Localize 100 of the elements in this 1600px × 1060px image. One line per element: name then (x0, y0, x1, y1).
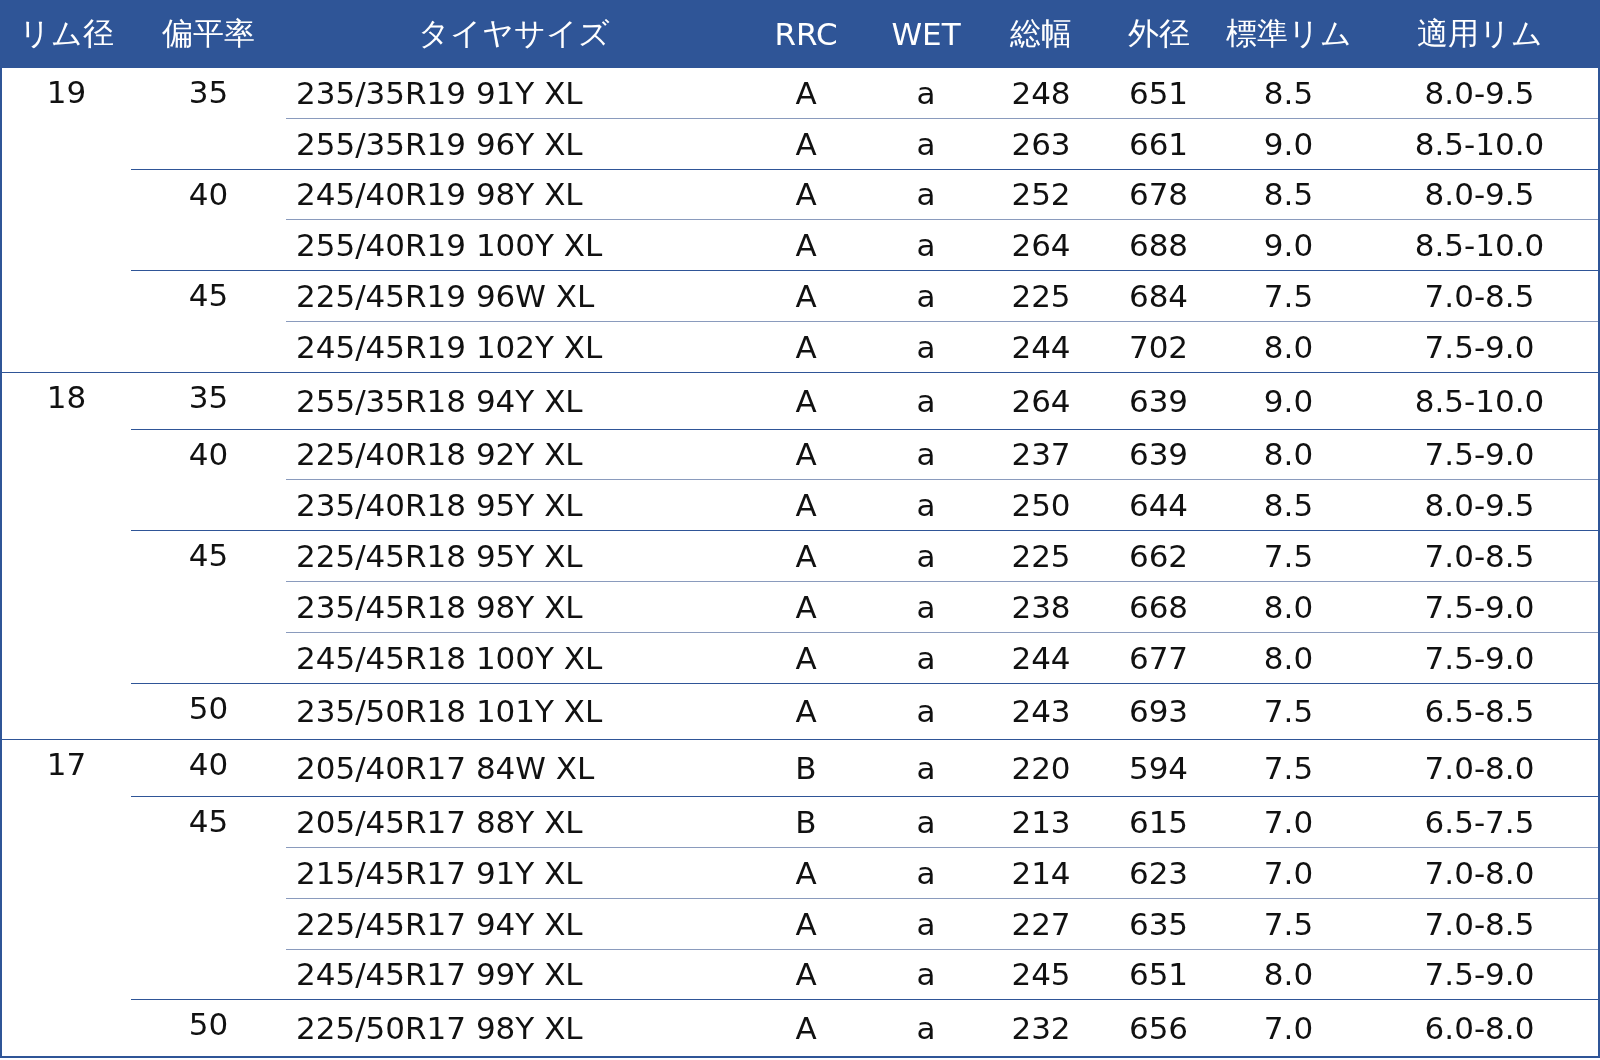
table-cell: a (871, 321, 981, 373)
table-cell: A (741, 847, 871, 899)
table-cell: 661 (1101, 118, 1216, 170)
table-cell: 7.0-8.5 (1361, 898, 1599, 950)
table-cell: a (871, 429, 981, 480)
table-cell: 35 (131, 68, 286, 170)
table-cell: 213 (981, 796, 1101, 848)
table-cell: 235/45R18 98Y XL (286, 581, 741, 633)
table-cell: 245/45R18 100Y XL (286, 632, 741, 684)
table-cell: 19 (1, 68, 131, 373)
table-cell: a (871, 118, 981, 170)
table-cell: a (871, 530, 981, 582)
table-cell: 651 (1101, 949, 1216, 1000)
table-cell: 684 (1101, 270, 1216, 322)
table-cell: 6.5-8.5 (1361, 683, 1599, 740)
table-cell: 6.0-8.0 (1361, 999, 1599, 1058)
column-header: WET (871, 0, 981, 68)
table-cell: 205/40R17 84W XL (286, 739, 741, 797)
table-cell: A (741, 949, 871, 1000)
table-cell: a (871, 898, 981, 950)
table-cell: A (741, 429, 871, 480)
table-cell: 656 (1101, 999, 1216, 1058)
table-cell: 237 (981, 429, 1101, 480)
table-cell: a (871, 581, 981, 633)
column-header: 偏平率 (131, 0, 286, 68)
table-cell: 215/45R17 91Y XL (286, 847, 741, 899)
table-cell: a (871, 683, 981, 740)
column-header: 総幅 (981, 0, 1101, 68)
table-cell: 651 (1101, 68, 1216, 119)
table-cell: 688 (1101, 219, 1216, 271)
table-cell: A (741, 372, 871, 430)
table-cell: a (871, 796, 981, 848)
table-cell: 7.5-9.0 (1361, 581, 1599, 633)
table-cell: 245 (981, 949, 1101, 1000)
table-cell: 8.5 (1216, 68, 1361, 119)
table-cell: 232 (981, 999, 1101, 1058)
column-header: 外径 (1101, 0, 1216, 68)
table-cell: 214 (981, 847, 1101, 899)
table-cell: 635 (1101, 898, 1216, 950)
table-cell: 8.5 (1216, 479, 1361, 531)
table-cell: 252 (981, 169, 1101, 220)
table-cell: 50 (131, 683, 286, 740)
table-cell: 8.5-10.0 (1361, 372, 1599, 430)
table-cell: 8.0 (1216, 632, 1361, 684)
table-cell: 205/45R17 88Y XL (286, 796, 741, 848)
table-cell: 235/50R18 101Y XL (286, 683, 741, 740)
table-cell: 235/35R19 91Y XL (286, 68, 741, 119)
table-cell: a (871, 739, 981, 797)
table-cell: 45 (131, 270, 286, 373)
table-cell: 35 (131, 372, 286, 430)
table-cell: 225 (981, 530, 1101, 582)
table-cell: 7.5 (1216, 270, 1361, 322)
table-cell: 255/35R18 94Y XL (286, 372, 741, 430)
table-cell: 8.5-10.0 (1361, 219, 1599, 271)
table-cell: 8.0 (1216, 321, 1361, 373)
table-cell: 662 (1101, 530, 1216, 582)
table-cell: 45 (131, 530, 286, 684)
table-cell: A (741, 118, 871, 170)
table-cell: 225/50R17 98Y XL (286, 999, 741, 1058)
table-cell: 644 (1101, 479, 1216, 531)
table-cell: 7.0 (1216, 796, 1361, 848)
table-cell: 7.5 (1216, 683, 1361, 740)
table-cell: 615 (1101, 796, 1216, 848)
table-cell: 8.0-9.5 (1361, 68, 1599, 119)
table-cell: 8.0 (1216, 429, 1361, 480)
table-cell: 40 (131, 739, 286, 797)
table-cell: 255/35R19 96Y XL (286, 118, 741, 170)
table-cell: B (741, 739, 871, 797)
table-cell: a (871, 632, 981, 684)
table-cell: 248 (981, 68, 1101, 119)
table-cell: A (741, 999, 871, 1058)
table-cell: A (741, 169, 871, 220)
table-cell: A (741, 683, 871, 740)
table-cell: 9.0 (1216, 372, 1361, 430)
table-cell: 7.5 (1216, 739, 1361, 797)
table-cell: a (871, 847, 981, 899)
table-cell: A (741, 219, 871, 271)
table-cell: 7.5 (1216, 898, 1361, 950)
table-cell: A (741, 581, 871, 633)
table-cell: 8.0 (1216, 949, 1361, 1000)
table-cell: 220 (981, 739, 1101, 797)
table-cell: 245/45R19 102Y XL (286, 321, 741, 373)
column-header: RRC (741, 0, 871, 68)
table-cell: 8.5 (1216, 169, 1361, 220)
table-cell: 244 (981, 632, 1101, 684)
table-cell: 7.5-9.0 (1361, 321, 1599, 373)
table-cell: 7.5-9.0 (1361, 632, 1599, 684)
table-cell: 7.0-8.5 (1361, 530, 1599, 582)
table-cell: a (871, 68, 981, 119)
table-cell: A (741, 898, 871, 950)
table-cell: 594 (1101, 739, 1216, 797)
table-cell: 7.5 (1216, 530, 1361, 582)
table-cell: 702 (1101, 321, 1216, 373)
table-cell: 255/40R19 100Y XL (286, 219, 741, 271)
table-cell: 7.0 (1216, 999, 1361, 1058)
table-cell: a (871, 949, 981, 1000)
table-cell: 639 (1101, 372, 1216, 430)
table-cell: 7.5-9.0 (1361, 949, 1599, 1000)
table-cell: 225 (981, 270, 1101, 322)
table-cell: A (741, 530, 871, 582)
